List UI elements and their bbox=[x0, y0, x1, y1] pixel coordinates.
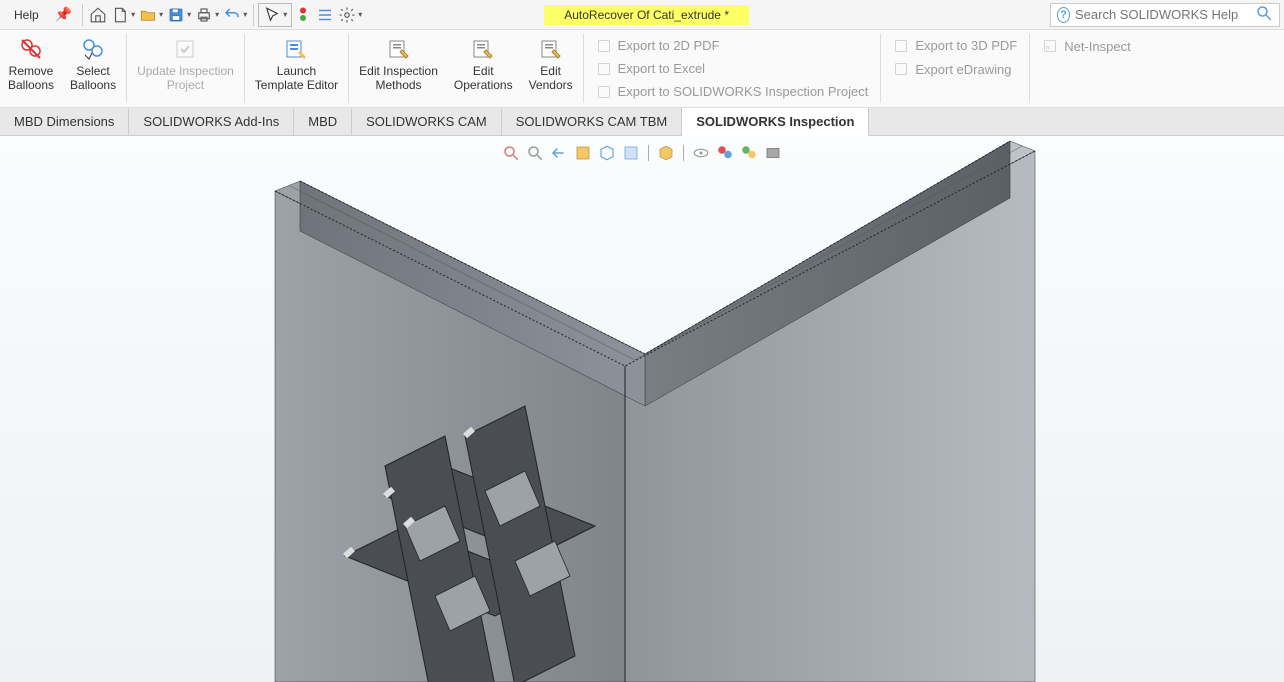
hide-show-icon[interactable] bbox=[657, 144, 675, 162]
dropdown-arrow: ▾ bbox=[358, 10, 362, 19]
print-icon[interactable]: ▾ bbox=[193, 3, 221, 27]
graphics-viewport[interactable] bbox=[0, 136, 1284, 682]
display-style-icon[interactable] bbox=[622, 144, 640, 162]
launch-template-editor-button[interactable]: Launch Template Editor bbox=[247, 30, 346, 107]
view-orientation-icon[interactable] bbox=[598, 144, 616, 162]
separator bbox=[880, 34, 881, 103]
edit-operations-button[interactable]: Edit Operations bbox=[446, 30, 521, 107]
search-box[interactable]: ? bbox=[1050, 3, 1280, 27]
separator bbox=[648, 145, 649, 161]
separator bbox=[253, 4, 254, 26]
help-question-icon: ? bbox=[1057, 7, 1070, 23]
model-render bbox=[0, 136, 1284, 682]
menu-bar: Help 📌 ▾ ▾ ▾ ▾ ▾ ▾ ▾ AutoRecover Of Cati… bbox=[0, 0, 1284, 30]
select-balloons-button[interactable]: Select Balloons bbox=[62, 30, 124, 107]
dropdown-arrow: ▾ bbox=[159, 10, 163, 19]
export-3d-pdf-button[interactable]: Export to 3D PDF bbox=[893, 36, 1017, 56]
tab-solidworks-cam[interactable]: SOLIDWORKS CAM bbox=[352, 108, 502, 135]
pin-icon[interactable]: 📌 bbox=[49, 6, 78, 23]
export-sw-inspection-button[interactable]: Export to SOLIDWORKS Inspection Project bbox=[596, 82, 869, 102]
tab-solidworks-inspection[interactable]: SOLIDWORKS Inspection bbox=[682, 108, 869, 136]
ribbon-toolbar: Remove Balloons Select Balloons Update I… bbox=[0, 30, 1284, 108]
apply-scene-icon[interactable] bbox=[740, 144, 758, 162]
separator bbox=[82, 4, 83, 26]
export-column-2: Export to 3D PDF Export eDrawing bbox=[883, 30, 1027, 107]
section-view-icon[interactable] bbox=[574, 144, 592, 162]
search-input[interactable] bbox=[1075, 7, 1251, 22]
dropdown-arrow: ▾ bbox=[131, 10, 135, 19]
new-file-icon[interactable]: ▾ bbox=[109, 3, 137, 27]
save-icon[interactable]: ▾ bbox=[165, 3, 193, 27]
select-cursor-icon[interactable]: ▾ bbox=[258, 3, 292, 27]
traffic-light-icon[interactable] bbox=[292, 3, 314, 27]
previous-view-icon[interactable] bbox=[550, 144, 568, 162]
gear-icon[interactable]: ▾ bbox=[336, 3, 364, 27]
document-title: AutoRecover Of Cati_extrude * bbox=[544, 5, 749, 25]
edit-vendors-button[interactable]: Edit Vendors bbox=[521, 30, 581, 107]
separator bbox=[1029, 34, 1030, 103]
separator bbox=[583, 34, 584, 103]
separator bbox=[348, 34, 349, 103]
svg-text:n: n bbox=[1046, 44, 1050, 51]
net-inspect-button[interactable]: n Net-Inspect bbox=[1042, 36, 1130, 56]
undo-icon[interactable]: ▾ bbox=[221, 3, 249, 27]
eye-icon[interactable] bbox=[692, 144, 710, 162]
edit-appearance-icon[interactable] bbox=[716, 144, 734, 162]
separator bbox=[126, 34, 127, 103]
heads-up-toolbar bbox=[496, 142, 788, 164]
open-folder-icon[interactable]: ▾ bbox=[137, 3, 165, 27]
dropdown-arrow: ▾ bbox=[283, 10, 287, 19]
export-edrawing-button[interactable]: Export eDrawing bbox=[893, 59, 1017, 79]
view-settings-icon[interactable] bbox=[764, 144, 782, 162]
tab-solidworks-addins[interactable]: SOLIDWORKS Add-Ins bbox=[129, 108, 294, 135]
separator bbox=[244, 34, 245, 103]
dropdown-arrow: ▾ bbox=[187, 10, 191, 19]
remove-balloons-button[interactable]: Remove Balloons bbox=[0, 30, 62, 107]
list-icon[interactable] bbox=[314, 3, 336, 27]
update-inspection-button: Update Inspection Project bbox=[129, 30, 242, 107]
help-menu[interactable]: Help bbox=[4, 8, 49, 22]
edit-inspection-methods-button[interactable]: Edit Inspection Methods bbox=[351, 30, 446, 107]
separator bbox=[683, 145, 684, 161]
net-inspect-column: n Net-Inspect bbox=[1032, 30, 1140, 107]
home-icon[interactable] bbox=[87, 3, 109, 27]
tab-mbd-dimensions[interactable]: MBD Dimensions bbox=[0, 108, 129, 135]
tab-solidworks-cam-tbm[interactable]: SOLIDWORKS CAM TBM bbox=[502, 108, 682, 135]
command-manager-tabs: MBD Dimensions SOLIDWORKS Add-Ins MBD SO… bbox=[0, 108, 1284, 136]
search-icon[interactable] bbox=[1255, 4, 1273, 25]
export-excel-button[interactable]: Export to Excel bbox=[596, 59, 869, 79]
export-column-1: Export to 2D PDF Export to Excel Export … bbox=[586, 30, 879, 107]
zoom-area-icon[interactable] bbox=[526, 144, 544, 162]
dropdown-arrow: ▾ bbox=[243, 10, 247, 19]
dropdown-arrow: ▾ bbox=[215, 10, 219, 19]
zoom-to-fit-icon[interactable] bbox=[502, 144, 520, 162]
tab-mbd[interactable]: MBD bbox=[294, 108, 352, 135]
export-2d-pdf-button[interactable]: Export to 2D PDF bbox=[596, 36, 869, 56]
